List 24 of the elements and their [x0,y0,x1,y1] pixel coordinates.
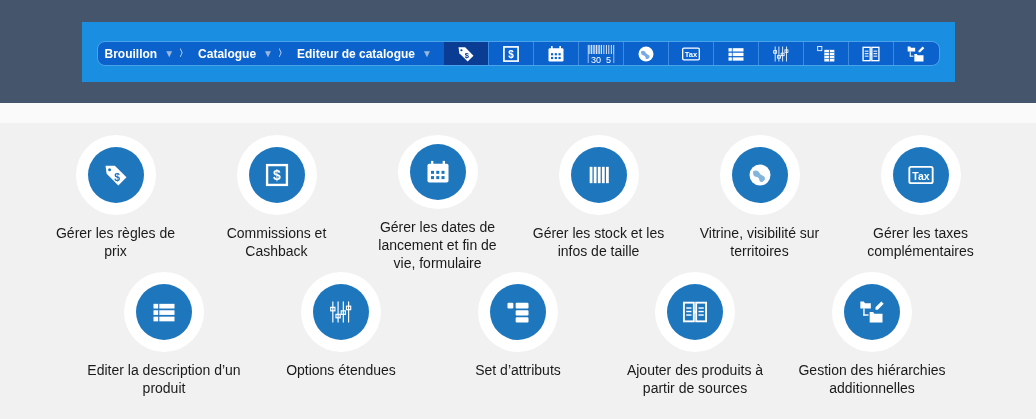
breadcrumb-link[interactable]: Brouillon [104,46,158,61]
toolbar-button[interactable]: $ [488,42,534,65]
toolbar-button[interactable]: Tax [668,42,714,65]
feature-label: Commissions et Cashback [225,224,328,260]
breadcrumb-link[interactable]: Editeur de catalogue [297,46,416,61]
toolbar-button[interactable]: 30 5 [578,42,624,65]
feature-button[interactable]: Tax [880,135,961,215]
feature-label: Editer la description d’un produit [86,361,242,397]
dollar-box-icon: $ [500,43,521,64]
feature-label: Gestion des hiérarchies additionnelles [797,361,947,397]
breadcrumb-separator: 〉 [278,47,287,60]
feature-button[interactable]: $ [236,135,317,215]
feature-label: Gérer les règles de prix [54,224,177,260]
breadcrumb-separator: 〉 [179,47,189,60]
feature-label: Vitrine, visibilité sur territoires [698,224,821,260]
feature-label: Gérer les dates de lancement et fin de vie, formulaire [377,218,498,272]
feature-label: Gérer les stock et les infos de taille [531,224,666,260]
feature-label: Set d’attributs [475,361,561,379]
feature-label: Ajouter des produits à partir de sources [625,361,765,397]
toolbar-button[interactable]: $ [443,42,489,65]
feature-button[interactable]: $ [75,135,156,215]
breadcrumb-link[interactable]: Catalogue [198,46,257,61]
feature-label: Gérer les taxes complémentaires [866,224,975,260]
feature-label: Options étendues [286,361,396,379]
